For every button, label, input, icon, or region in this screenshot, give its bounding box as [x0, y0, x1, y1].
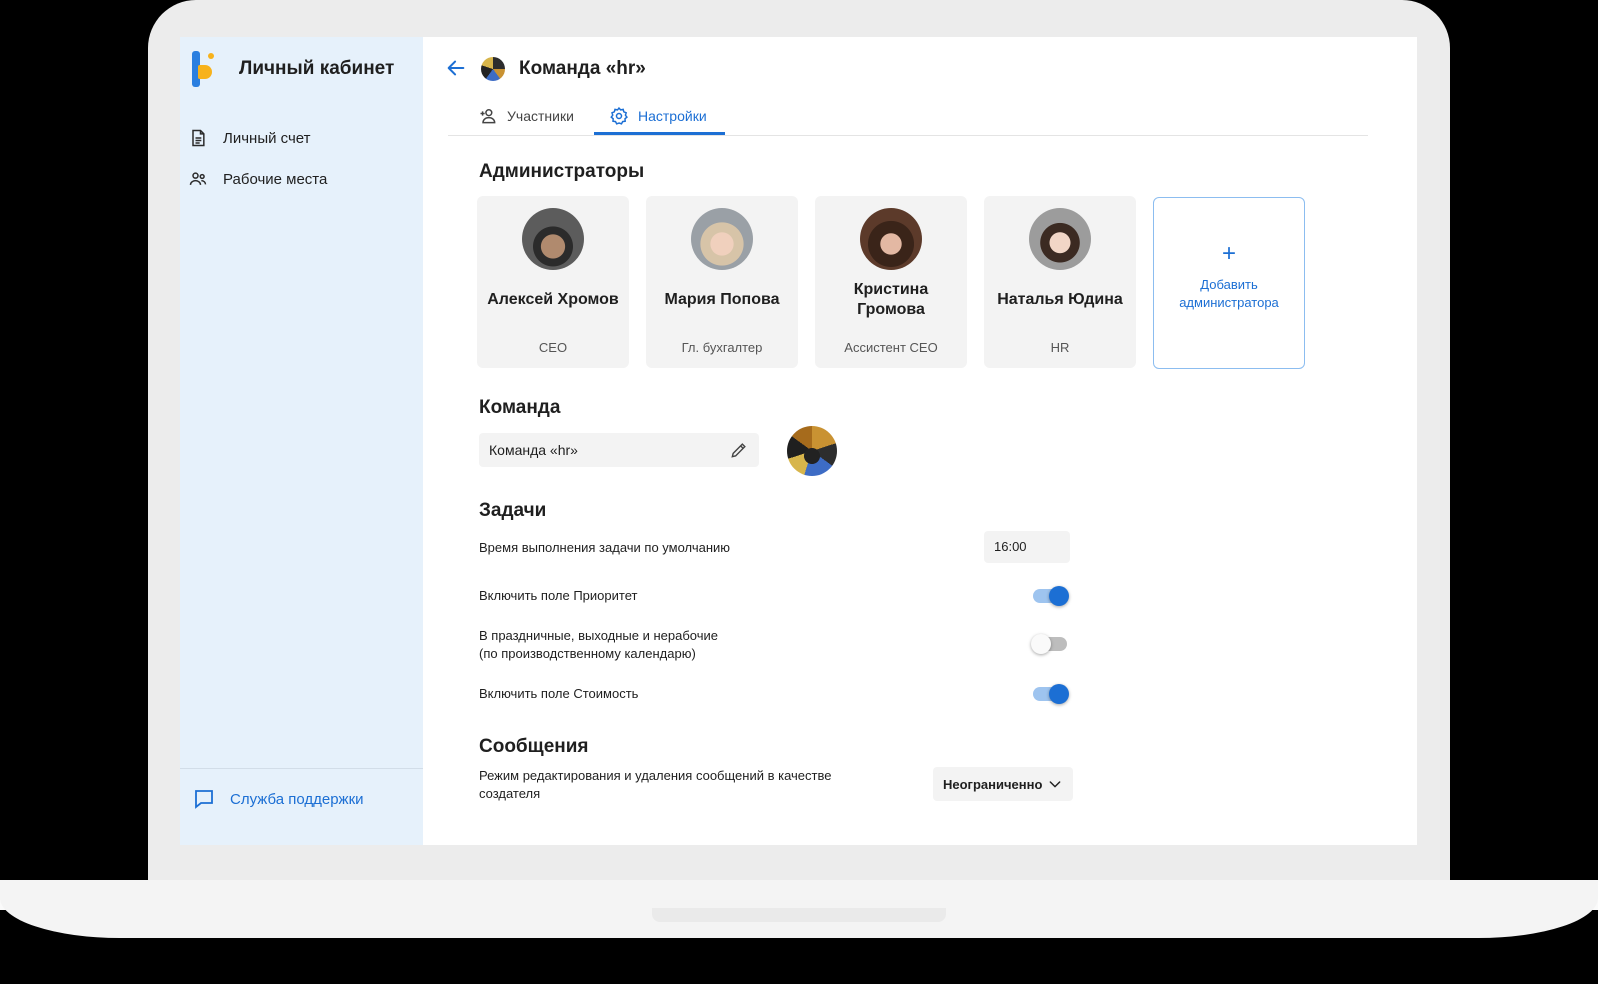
avatar	[691, 208, 753, 270]
add-person-icon	[480, 109, 496, 124]
admin-card[interactable]: Алексей Хромов CEO	[477, 196, 629, 368]
active-tab-indicator	[594, 132, 725, 135]
app-logo	[192, 51, 214, 87]
avatar	[860, 208, 922, 270]
laptop-notch	[652, 908, 946, 922]
edit-mode-select[interactable]: Неограниченно	[933, 767, 1073, 801]
admin-role: HR	[1050, 340, 1070, 355]
admin-role: Ассистент CEO	[844, 340, 938, 355]
edit-mode-label-line2: создателя	[479, 786, 541, 801]
cost-toggle[interactable]	[1033, 684, 1069, 704]
pencil-icon[interactable]	[729, 440, 749, 460]
admin-card[interactable]: Мария Попова Гл. бухгалтер	[646, 196, 798, 368]
team-avatar-small	[481, 57, 505, 81]
priority-toggle[interactable]	[1033, 586, 1069, 606]
sidebar: Личный кабинет Личный счет Рабочие места…	[180, 37, 423, 845]
back-arrow-icon[interactable]	[445, 57, 467, 79]
team-section-title: Команда	[479, 397, 561, 418]
avatar	[522, 208, 584, 270]
holidays-label-line2: (по производственному календарю)	[479, 646, 696, 661]
edit-mode-label-line1: Режим редактирования и удаления сообщени…	[479, 768, 832, 783]
holidays-label: В праздничные, выходные и нерабочие (по …	[479, 627, 718, 663]
sidebar-item-workplaces[interactable]: Рабочие места	[188, 164, 327, 194]
sidebar-item-personal-account[interactable]: Личный счет	[188, 123, 311, 153]
chevron-down-icon	[1049, 781, 1061, 788]
team-name-value: Команда «hr»	[489, 442, 578, 458]
tab-label: Настройки	[638, 108, 707, 124]
gear-icon	[610, 106, 628, 125]
add-admin-label: Добавить администратора	[1179, 277, 1279, 310]
admin-role: Гл. бухгалтер	[681, 340, 763, 355]
holidays-toggle[interactable]	[1031, 634, 1067, 654]
edit-mode-value: Неограниченно	[943, 777, 1043, 792]
admin-card[interactable]: Наталья Юдина HR	[984, 196, 1136, 368]
default-time-label: Время выполнения задачи по умолчанию	[479, 540, 731, 555]
messages-section-title: Сообщения	[479, 736, 589, 757]
app-window: Личный кабинет Личный счет Рабочие места…	[180, 37, 1417, 845]
add-admin-button[interactable]: + Добавить администратора	[1153, 197, 1305, 369]
sidebar-item-label: Рабочие места	[223, 170, 328, 188]
cost-label: Включить поле Стоимость	[479, 686, 639, 701]
admin-name: Мария Попова	[664, 291, 780, 308]
admin-name: Алексей Хромов	[487, 291, 619, 308]
edit-mode-label: Режим редактирования и удаления сообщени…	[479, 767, 831, 803]
admin-name: Кристина Громова	[853, 281, 929, 318]
tab-members[interactable]: Участники	[478, 99, 574, 133]
avatar	[1029, 208, 1091, 270]
sidebar-item-label: Личный счет	[223, 129, 311, 147]
support-link[interactable]: Служба поддержки	[192, 787, 364, 811]
tab-label: Участники	[507, 108, 574, 124]
chat-icon	[195, 790, 213, 809]
admins-section-title: Администраторы	[479, 161, 645, 182]
main-content: Команда «hr» Участники Настройки Админис…	[423, 37, 1417, 845]
sidebar-divider	[180, 768, 423, 769]
default-time-value: 16:00	[994, 539, 1027, 554]
priority-label: Включить поле Приоритет	[479, 588, 638, 603]
team-avatar[interactable]	[787, 426, 837, 476]
admin-card[interactable]: Кристина Громова Ассистент CEO	[815, 196, 967, 368]
people-icon	[189, 172, 207, 185]
team-name-field[interactable]: Команда «hr»	[479, 433, 759, 467]
tasks-section-title: Задачи	[479, 500, 547, 521]
holidays-label-line1: В праздничные, выходные и нерабочие	[479, 628, 718, 643]
app-title: Личный кабинет	[239, 58, 395, 79]
support-label: Служба поддержки	[230, 790, 364, 808]
document-icon	[192, 129, 205, 147]
page-title: Команда «hr»	[519, 58, 646, 79]
admin-name: Наталья Юдина	[997, 291, 1123, 308]
plus-icon: +	[1221, 240, 1236, 267]
tab-bar: Участники Настройки	[448, 99, 1368, 136]
default-time-input[interactable]: 16:00	[984, 531, 1070, 563]
admin-role: CEO	[538, 340, 568, 355]
tab-settings[interactable]: Настройки	[594, 99, 722, 133]
